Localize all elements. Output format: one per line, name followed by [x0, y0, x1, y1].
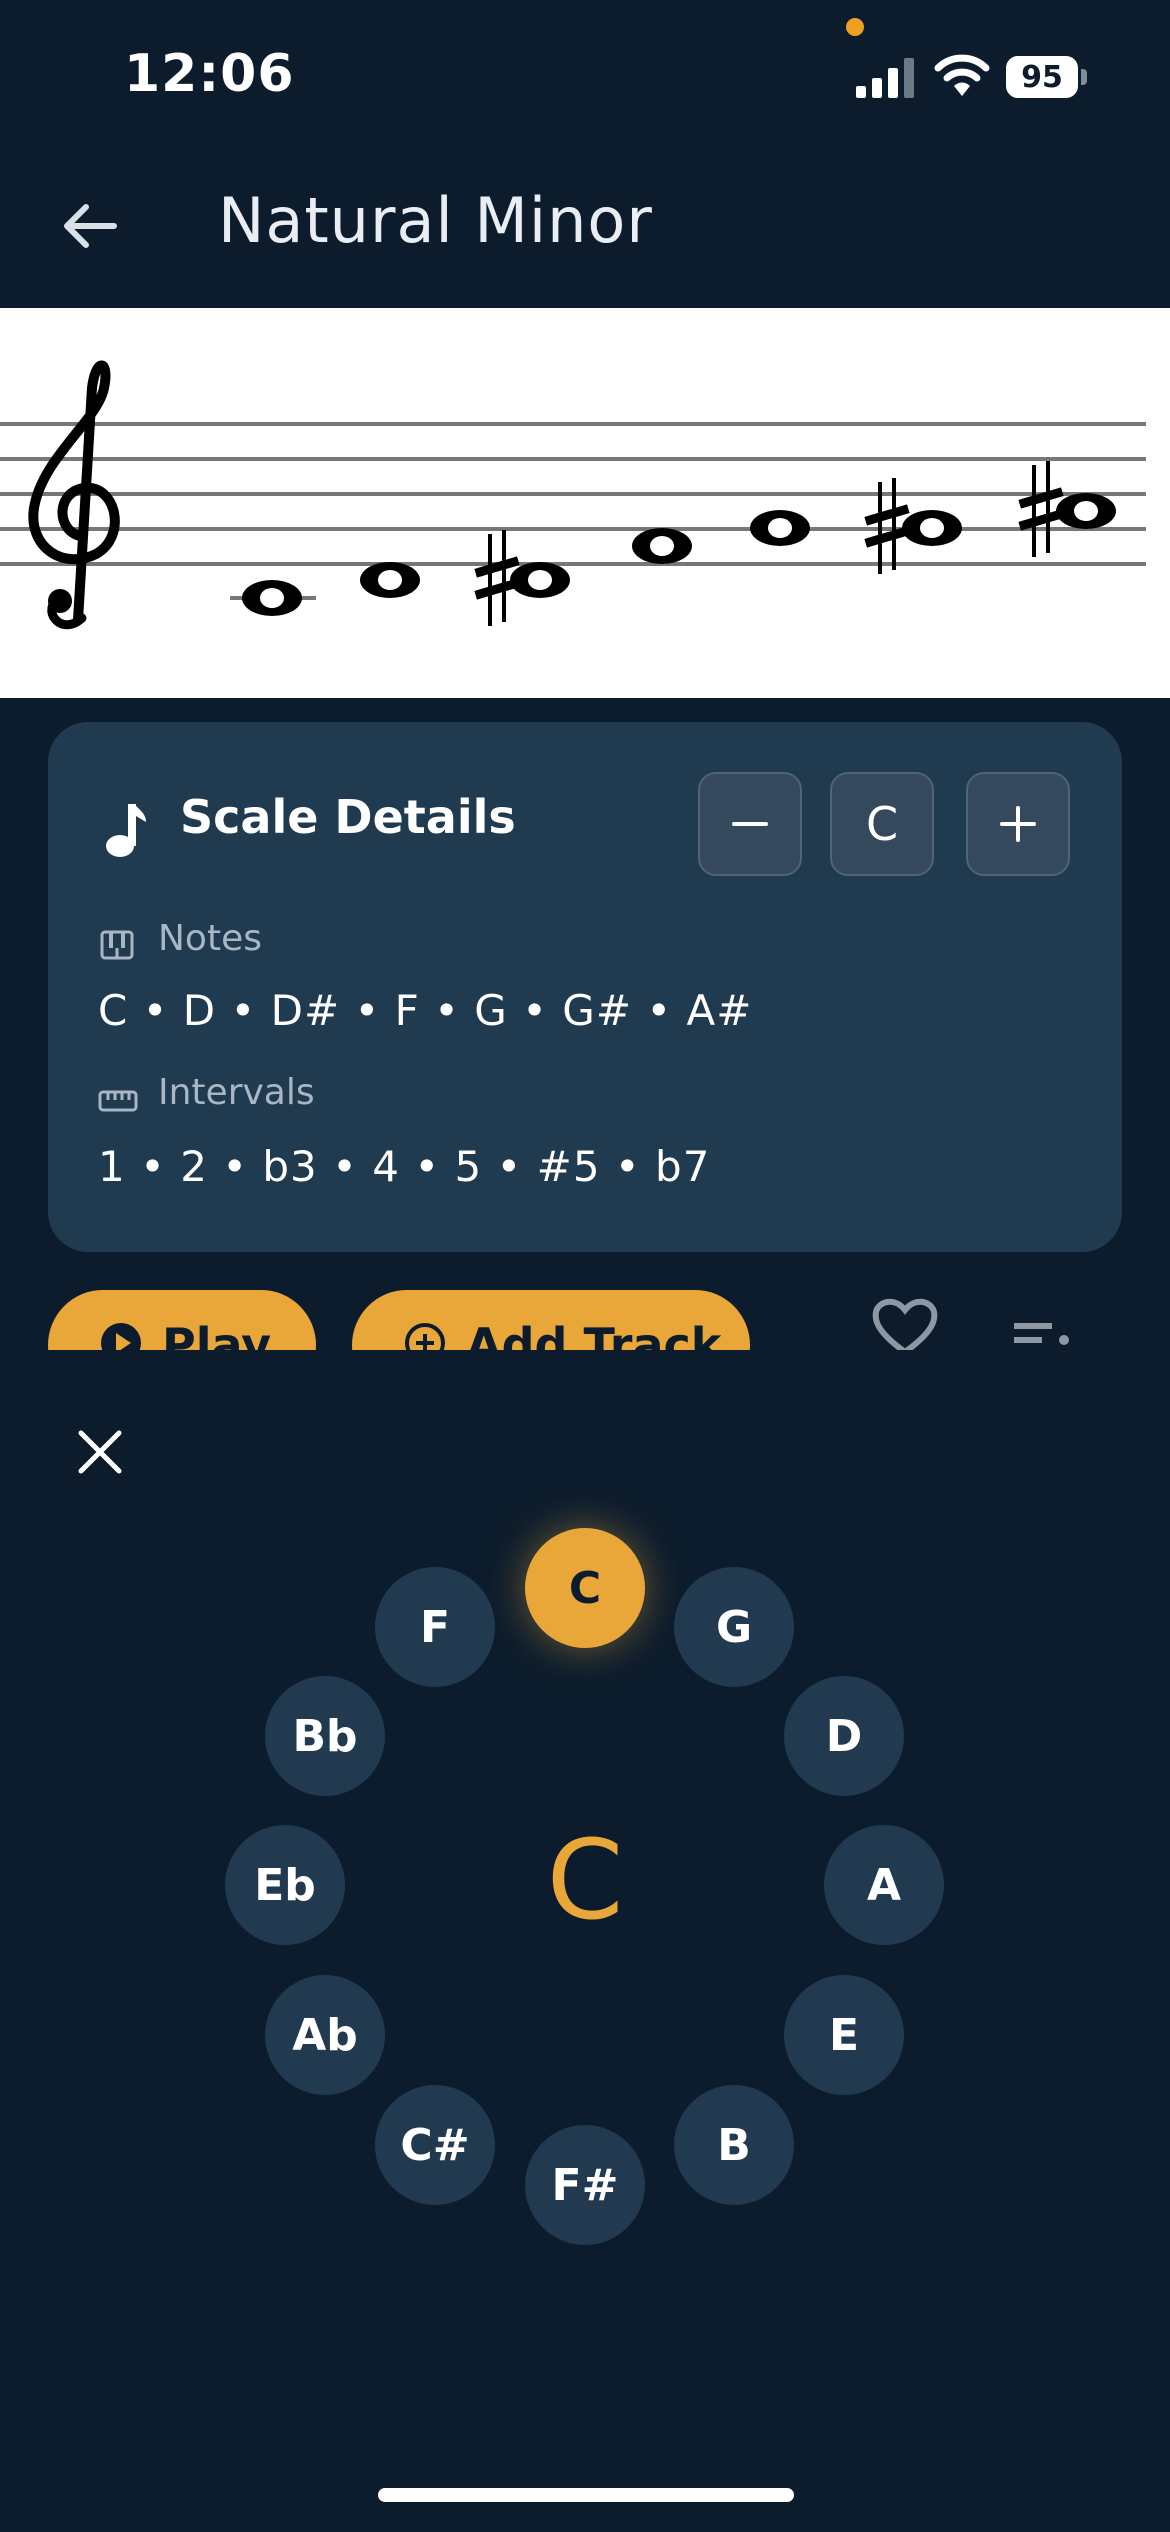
arrow-left-icon: [64, 204, 117, 248]
selected-key-display: C: [546, 1816, 624, 1944]
key-option[interactable]: G: [674, 1567, 794, 1687]
privacy-indicator-dot: [846, 18, 864, 36]
current-key-button[interactable]: C: [830, 772, 934, 876]
key-option[interactable]: F#: [525, 2125, 645, 2245]
cellular-signal-icon: [856, 58, 914, 98]
key-option[interactable]: Ab: [265, 1975, 385, 2095]
key-option[interactable]: A: [824, 1825, 944, 1945]
plus-icon: [1000, 806, 1036, 842]
key-option[interactable]: C: [525, 1528, 645, 1648]
piano-keys-icon: [100, 930, 134, 960]
heart-icon[interactable]: [870, 1296, 940, 1350]
key-option[interactable]: Eb: [225, 1825, 345, 1945]
home-indicator: [378, 2488, 794, 2502]
notes-label: Notes: [158, 918, 262, 959]
key-option[interactable]: C#: [375, 2085, 495, 2205]
key-option[interactable]: F: [375, 1567, 495, 1687]
minus-icon: [732, 822, 768, 826]
music-note-icon: [106, 804, 146, 857]
key-option[interactable]: E: [784, 1975, 904, 2095]
notes-value: C • D • D# • F • G • G# • A#: [98, 986, 753, 1035]
playlist-icon[interactable]: [1012, 1322, 1072, 1350]
intervals-label: Intervals: [158, 1072, 315, 1113]
status-time: 12:06: [124, 44, 295, 104]
key-option[interactable]: B: [674, 2085, 794, 2205]
intervals-value: 1 • 2 • b3 • 4 • 5 • #5 • b7: [98, 1142, 711, 1191]
play-label: Play: [162, 1318, 272, 1350]
close-button[interactable]: [62, 1414, 138, 1490]
staff-notation: [0, 308, 1170, 698]
wifi-icon: [934, 54, 990, 96]
page-title: Natural Minor: [218, 184, 653, 257]
play-button[interactable]: Play: [48, 1290, 316, 1350]
add-track-label: Add Track: [466, 1318, 722, 1350]
play-icon: [101, 1323, 141, 1350]
key-option[interactable]: Bb: [265, 1676, 385, 1796]
key-option[interactable]: D: [784, 1676, 904, 1796]
battery-level: 95: [1006, 56, 1078, 98]
key-decrement-button[interactable]: [698, 772, 802, 876]
action-row: Play Add Track: [0, 1260, 1170, 1350]
scale-notes: [230, 493, 1116, 616]
ruler-icon: [98, 1090, 138, 1112]
key-increment-button[interactable]: [966, 772, 1070, 876]
add-track-button[interactable]: Add Track: [352, 1290, 750, 1350]
close-icon: [78, 1430, 122, 1474]
battery-icon: 95: [1006, 56, 1088, 98]
add-circle-icon: [405, 1323, 445, 1350]
staff-lines: [0, 422, 1146, 566]
back-button[interactable]: [52, 188, 128, 264]
scale-details-title: Scale Details: [180, 790, 516, 844]
